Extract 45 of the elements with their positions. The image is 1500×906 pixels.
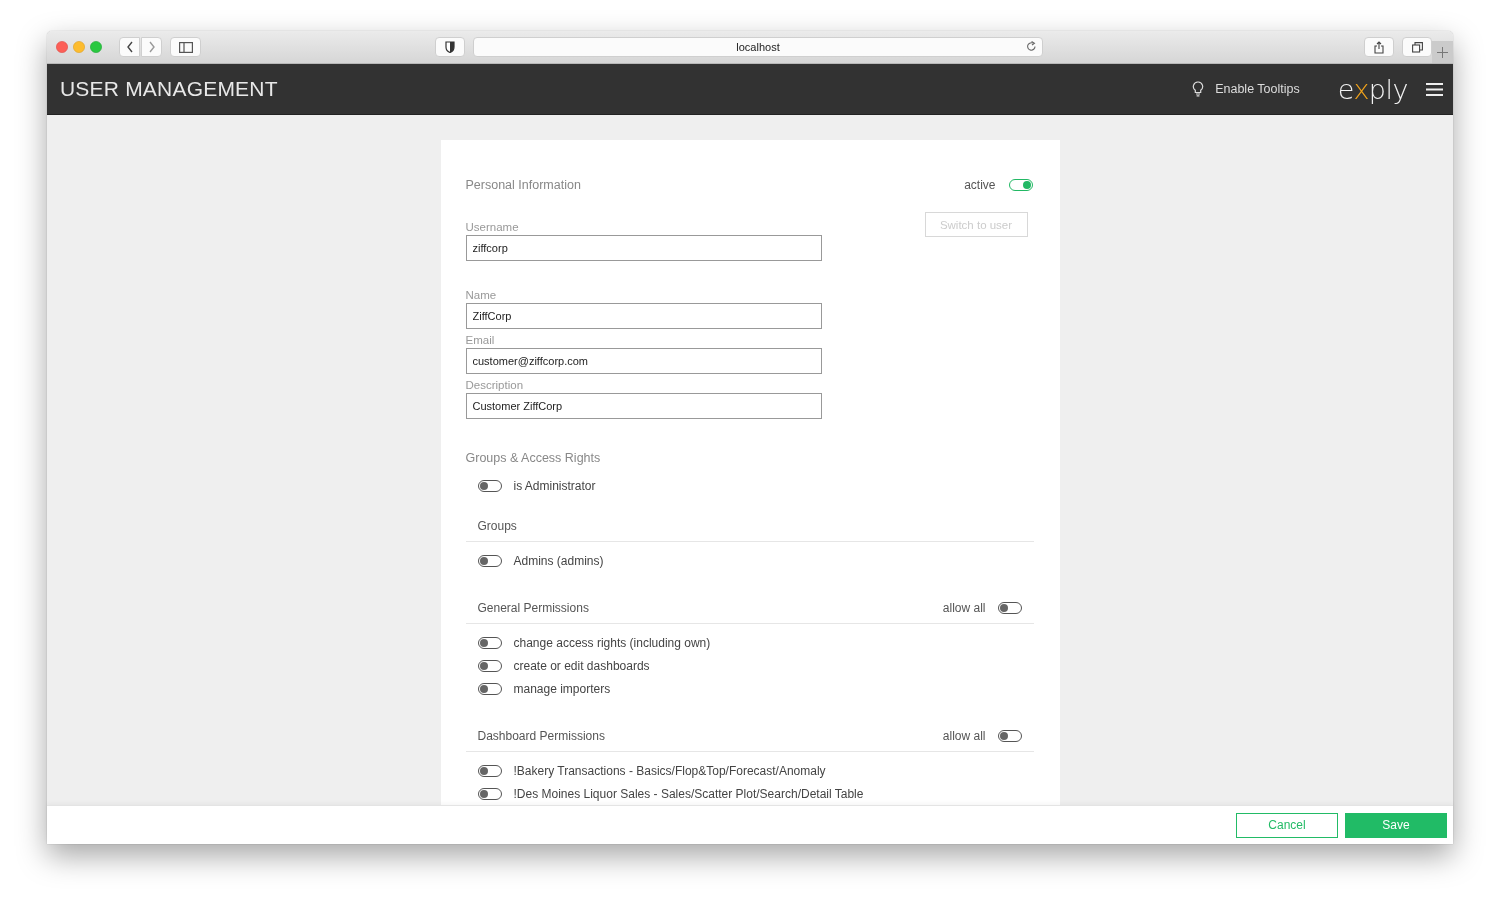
toggle-label: active	[964, 178, 996, 192]
window-control-icon[interactable]	[56, 41, 68, 53]
reload-icon[interactable]	[1026, 41, 1037, 52]
field-label: Email	[465, 334, 496, 346]
url-text: localhost	[736, 41, 780, 53]
input-field[interactable]: customer@ziffcorp.com	[465, 348, 822, 374]
plus-icon	[1437, 46, 1448, 58]
address-bar[interactable]: localhost	[473, 37, 1043, 57]
new-tab-button[interactable]	[1432, 41, 1453, 63]
shield-button[interactable]	[435, 37, 465, 57]
input-field[interactable]: ziffcorp	[465, 235, 822, 261]
toggle-label: allow all	[942, 728, 986, 743]
field-label: Username	[465, 221, 520, 233]
input-field[interactable]: ZiffCorp	[465, 303, 822, 329]
permission-label: !Bakery Transactions - Basics/Flop&Top/Forecast/Anomaly	[513, 763, 826, 778]
back-icon	[125, 41, 134, 53]
toggle-label: allow all	[942, 600, 986, 615]
sidebar-button[interactable]	[170, 37, 201, 57]
field-label: Description	[465, 379, 525, 391]
page-title: USER MANAGEMENT	[60, 77, 278, 101]
input-field[interactable]: Customer ZiffCorp	[465, 393, 822, 419]
toggle-label: is Administrator	[513, 478, 596, 493]
lightbulb-icon	[1192, 81, 1205, 97]
permission-label: change access rights (including own)	[513, 635, 711, 650]
permission-label: Admins (admins)	[513, 553, 604, 568]
permission-label: create or edit dashboards	[513, 658, 650, 673]
shield-icon	[445, 41, 455, 53]
logo: exply	[1337, 73, 1408, 105]
share-button[interactable]	[1364, 37, 1394, 57]
sidebar-icon	[178, 41, 193, 53]
permission-label: manage importers	[513, 681, 611, 696]
subsection-title: Groups	[477, 518, 517, 533]
tabs-button[interactable]	[1402, 37, 1432, 57]
tooltips-toggle[interactable]: Enable Tooltips	[1192, 81, 1300, 97]
tabs-icon	[1411, 41, 1423, 53]
menu-icon[interactable]	[1426, 82, 1443, 96]
section-heading: Groups & Access Rights	[465, 451, 601, 465]
back-button[interactable]	[119, 37, 140, 57]
permission-label: !Des Moines Liquor Sales - Sales/Scatter Plot/Search/Detail Table	[513, 786, 864, 801]
field-label: Name	[465, 289, 498, 301]
subsection-title: General Permissions	[477, 600, 589, 615]
section-heading: Personal Information	[465, 178, 581, 192]
forward-icon	[147, 41, 156, 53]
share-icon	[1374, 40, 1384, 54]
subsection-title: Dashboard Permissions	[477, 728, 605, 743]
